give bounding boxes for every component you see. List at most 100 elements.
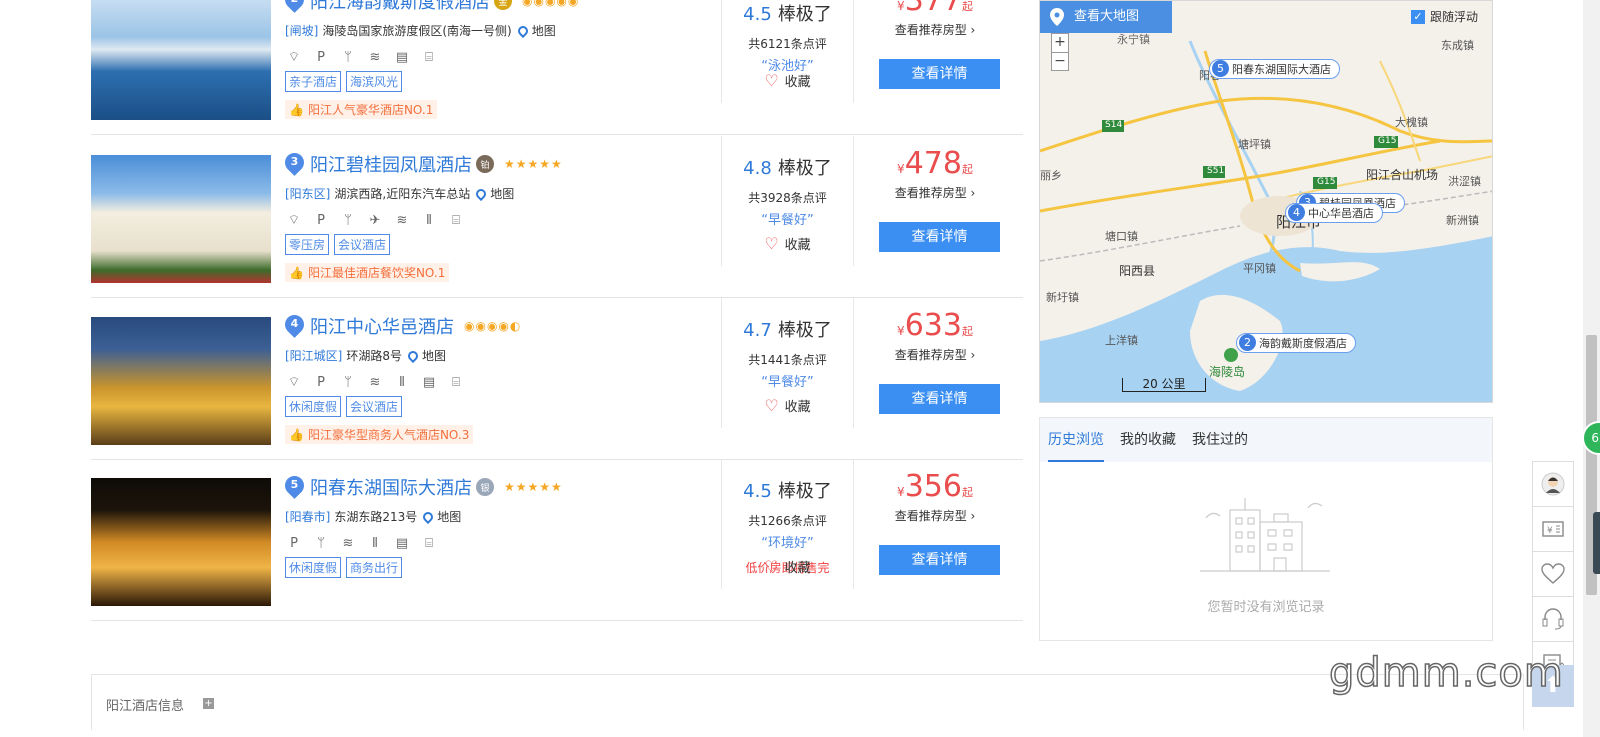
recommended-room-link[interactable]: 查看推荐房型 ›	[865, 507, 1005, 524]
map-link[interactable]: 地图	[474, 185, 514, 202]
hotel-name-link[interactable]: 阳春东湖国际大酒店	[310, 474, 472, 500]
hotel-index: 2	[285, 0, 304, 5]
ranking-badge[interactable]: 👍 阳江豪华型商务人气酒店NO.3	[285, 425, 474, 444]
map-place: 上洋镇	[1105, 334, 1138, 347]
hotel-photo[interactable]	[91, 317, 271, 445]
checkbox-checked-icon[interactable]: ✓	[1410, 9, 1425, 24]
ranking-text: 阳江豪华型商务人气酒店NO.3	[307, 428, 470, 442]
star-rating-icon: ◉◉◉◉◐	[464, 319, 522, 333]
favorite-button[interactable]: ♡ 收藏	[722, 396, 853, 415]
tab-stayed[interactable]: 我住过的	[1192, 418, 1248, 462]
map-place: 永宁镇	[1117, 33, 1150, 46]
map-link[interactable]: 地图	[515, 22, 556, 39]
membership-badge-icon: 金	[494, 0, 512, 10]
recommended-room-link[interactable]: 查看推荐房型 ›	[865, 184, 1005, 201]
map-marker-hotel-5[interactable]: 5 阳春东湖国际大酒店	[1209, 59, 1340, 79]
hotel-tag[interactable]: 休闲度假	[285, 396, 342, 417]
review-count-link[interactable]: 共1441条点评	[722, 351, 853, 368]
thumbs-up-icon: 👍	[289, 103, 304, 117]
district-link[interactable]: [闸坡]	[285, 22, 318, 39]
heart-icon: ♡	[764, 396, 779, 415]
recommended-room-link[interactable]: 查看推荐房型 ›	[865, 21, 1005, 38]
price-tag-icon[interactable]: ¥	[1532, 506, 1574, 551]
zoom-out-button[interactable]: −	[1052, 52, 1068, 70]
empty-building-illustration	[1200, 498, 1330, 572]
hotel-price: 377	[904, 0, 962, 18]
hotel-tag[interactable]: 零压房	[285, 234, 330, 255]
map-marker-number: 4	[1288, 204, 1305, 221]
hotel-tag[interactable]: 会议酒店	[334, 234, 391, 255]
edge-handle[interactable]	[1593, 512, 1600, 574]
avatar-icon[interactable]	[1532, 461, 1574, 506]
history-tabs: 历史浏览 我的收藏 我住过的	[1040, 418, 1492, 462]
favorite-button[interactable]: ♡ 收藏	[722, 71, 853, 90]
hotel-photo[interactable]	[91, 155, 271, 283]
view-details-button[interactable]: 查看详情	[879, 222, 1000, 252]
hotel-name-link[interactable]: 阳江海韵戴斯度假酒店	[310, 0, 490, 14]
district-link[interactable]: [阳江城区]	[285, 347, 342, 364]
favorite-button[interactable]: ♡ 收藏	[722, 234, 853, 253]
tab-favorites[interactable]: 我的收藏	[1120, 418, 1176, 462]
zoom-in-button[interactable]: +	[1052, 34, 1068, 52]
heart-icon[interactable]	[1532, 551, 1574, 596]
review-count-link[interactable]: 共3928条点评	[722, 189, 853, 206]
recommended-room-link[interactable]: 查看推荐房型 ›	[865, 346, 1005, 363]
review-count-link[interactable]: 共1266条点评	[722, 512, 853, 529]
hotel-name-link[interactable]: 阳江碧桂园凤凰酒店	[310, 151, 472, 177]
hotel-tag[interactable]: 会议酒店	[346, 396, 403, 417]
view-details-button[interactable]: 查看详情	[879, 384, 1000, 414]
support-icon[interactable]	[1532, 596, 1574, 641]
location-icon	[421, 509, 436, 524]
safe-icon: ⌸	[452, 375, 460, 390]
view-details-button[interactable]: 查看详情	[879, 59, 1000, 89]
map-marker-label: 海韵戴斯度假酒店	[1259, 337, 1347, 350]
map-marker-label: 阳春东湖国际大酒店	[1232, 63, 1331, 76]
ranking-text: 阳江人气豪华酒店NO.1	[307, 103, 434, 117]
map-marker-hotel-2[interactable]: 2 海韵戴斯度假酒店	[1236, 333, 1356, 353]
district-link[interactable]: [阳春市]	[285, 508, 330, 525]
district-link[interactable]: [阳东区]	[285, 185, 330, 202]
ranking-badge[interactable]: 👍 阳江人气豪华酒店NO.1	[285, 100, 438, 119]
hotel-tags: 休闲度假 商务出行	[285, 557, 715, 578]
price-column: ¥633起 查看推荐房型 › 查看详情	[865, 298, 1005, 433]
map-marker-hotel-4[interactable]: 4 中心华邑酒店	[1285, 203, 1383, 223]
map-place: 新洲镇	[1446, 214, 1479, 227]
shuttle-icon: ✈	[369, 213, 381, 228]
map-link-label: 地图	[437, 510, 462, 524]
map-place: 洪涩镇	[1448, 175, 1481, 188]
ranking-badge[interactable]: 👍 阳江最佳酒店餐饮奖NO.1	[285, 263, 450, 282]
hotel-tag[interactable]: 商务出行	[346, 557, 403, 578]
heart-icon: ♡	[764, 71, 779, 90]
hotel-map[interactable]: 永宁镇 东成镇 阳春 大槐镇 塘坪镇 阳江合山机场 阳江市 洪涩镇 新洲镇 阳西…	[1039, 0, 1493, 403]
map-place: 新圩镇	[1046, 291, 1079, 304]
expand-icon[interactable]: +	[203, 698, 214, 709]
hotel-tag[interactable]: 海滨风光	[346, 71, 403, 92]
map-place: 阳江合山机场	[1366, 168, 1439, 182]
map-link[interactable]: 地图	[405, 347, 446, 364]
hotel-photo[interactable]	[91, 0, 271, 120]
hotel-name-link[interactable]: 阳江中心华邑酒店	[310, 313, 454, 339]
hotel-tag[interactable]: 休闲度假	[285, 557, 342, 578]
luggage-icon: ▤	[395, 536, 409, 551]
view-large-map-button[interactable]: 查看大地图	[1040, 1, 1172, 33]
follow-float-toggle[interactable]: ✓ 跟随浮动	[1410, 8, 1478, 25]
road-shield: S51	[1207, 166, 1225, 176]
hotel-index: 5	[290, 477, 299, 491]
gym-icon: ⫴	[399, 375, 405, 390]
map-link[interactable]: 地图	[421, 508, 462, 525]
hotel-tag[interactable]: 亲子酒店	[285, 71, 342, 92]
map-zoom-control: + −	[1051, 33, 1069, 71]
heart-icon: ♡	[764, 557, 779, 576]
favorite-button[interactable]: ♡ 收藏	[722, 557, 853, 576]
tab-history[interactable]: 历史浏览	[1048, 418, 1104, 462]
hotel-tags: 亲子酒店 海滨风光	[285, 71, 715, 92]
view-details-button[interactable]: 查看详情	[879, 545, 1000, 575]
score-text: 棒极了	[777, 158, 832, 179]
thumbs-up-icon: 👍	[289, 266, 304, 280]
price-suffix: 起	[961, 0, 973, 13]
review-count-link[interactable]: 共6121条点评	[722, 35, 853, 52]
hotel-photo[interactable]	[91, 478, 271, 606]
amenity-icons: ⌔ P ᛘ ≋ ▤ ⌸	[285, 47, 715, 67]
map-pin-icon: 5	[281, 471, 308, 499]
hotel-info: 4 阳江中心华邑酒店 ◉◉◉◉◐ [阳江城区] 环湖路8号 地图 ⌔ P ᛘ ≋ ⫴ ▤ ⌸…	[281, 310, 715, 444]
